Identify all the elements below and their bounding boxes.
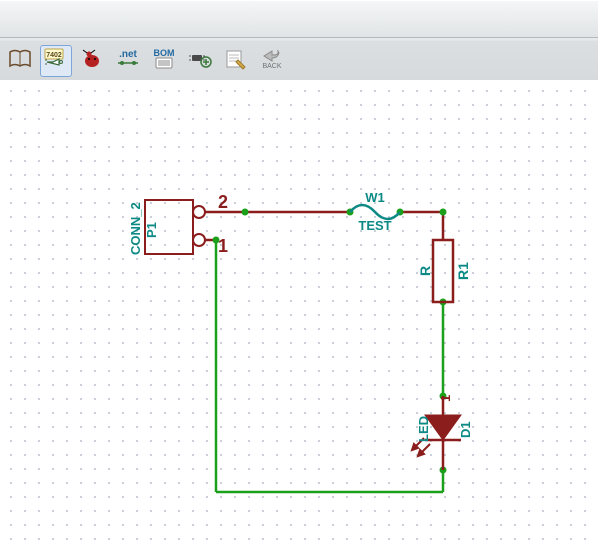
cvpcb-button[interactable]: [184, 45, 216, 77]
junction: [242, 209, 249, 216]
erc-button[interactable]: [76, 45, 108, 77]
net-top: [199, 212, 443, 240]
back-icon: BACK: [258, 48, 286, 75]
library-browser-icon: [8, 48, 32, 75]
component-connector[interactable]: 2 1 CONN_2 P1: [128, 192, 228, 256]
netlist-button[interactable]: .net: [112, 45, 144, 77]
wire-ref: W1: [365, 190, 385, 205]
junction: [440, 209, 447, 216]
top-strip: [0, 1, 598, 38]
svg-text:BOM: BOM: [154, 48, 175, 58]
toolbar-area: 7402 .net: [0, 0, 598, 82]
schematic-drawing: 2 1 CONN_2 P1 W1 TEST R R1: [0, 80, 598, 552]
connector-ref: P1: [144, 222, 159, 238]
netlist-icon: .net: [114, 48, 142, 75]
annotate-icon: 7402: [43, 48, 69, 75]
led-ref: D1: [458, 421, 473, 438]
wire-value: TEST: [358, 218, 391, 233]
resistor-name: R: [417, 266, 433, 276]
svg-text:7402: 7402: [46, 52, 62, 59]
component-wire[interactable]: W1 TEST: [350, 190, 400, 233]
led-name: LED: [416, 416, 431, 442]
back-button[interactable]: BACK: [256, 45, 288, 77]
resistor-ref: R1: [455, 262, 471, 280]
run-pcbnew-icon: [224, 48, 248, 75]
led-pin1: 1: [438, 395, 453, 402]
connector-name: CONN_2: [128, 202, 143, 255]
pcbnew-button[interactable]: [220, 45, 252, 77]
pin-2-number: 2: [218, 192, 228, 212]
library-browser-button[interactable]: [4, 45, 36, 77]
component-resistor[interactable]: R R1: [417, 240, 471, 302]
annotate-button[interactable]: 7402: [40, 45, 72, 77]
net-bottom: [216, 240, 443, 492]
svg-text:.net: .net: [119, 49, 137, 60]
pin-1-number: 1: [218, 236, 228, 256]
component-led[interactable]: 1 LED D1: [412, 395, 473, 470]
schematic-canvas[interactable]: 2 1 CONN_2 P1 W1 TEST R R1: [0, 80, 598, 552]
main-toolbar: 7402 .net: [4, 44, 288, 78]
bom-button[interactable]: BOM: [148, 45, 180, 77]
bom-icon: BOM: [150, 48, 178, 75]
erc-check-icon: [81, 48, 103, 75]
svg-text:BACK: BACK: [262, 63, 281, 70]
run-cvpcb-icon: [188, 48, 212, 75]
